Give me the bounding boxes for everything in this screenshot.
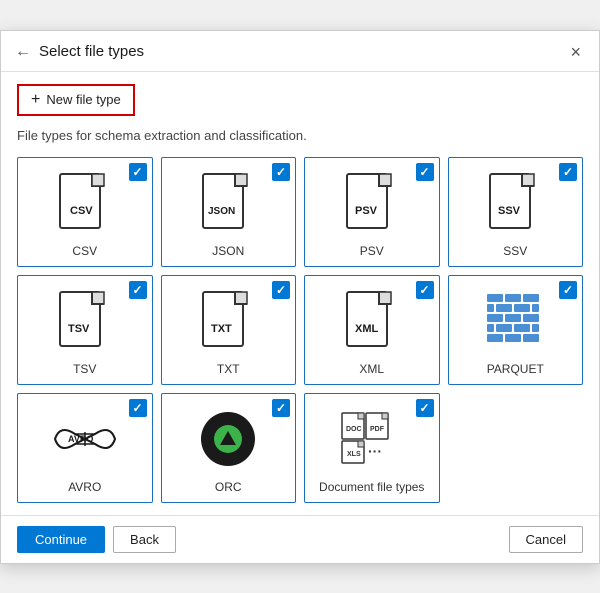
parquet-icon-area	[455, 286, 577, 356]
orc-circle	[201, 412, 255, 466]
file-type-card-psv[interactable]: PSV PSV	[304, 157, 440, 267]
file-type-grid: CSV CSV JSON JSON	[17, 157, 583, 503]
plus-icon: +	[31, 91, 40, 109]
json-icon-area: JSON	[168, 168, 290, 238]
ssv-icon-area: SSV	[455, 168, 577, 238]
dialog-title: Select file types	[39, 43, 566, 60]
svg-text:CSV: CSV	[70, 205, 93, 217]
subtitle-text: File types for schema extraction and cla…	[17, 128, 583, 143]
parquet-label: PARQUET	[487, 362, 544, 376]
continue-button[interactable]: Continue	[17, 526, 105, 553]
txt-icon-area: TXT	[168, 286, 290, 356]
new-file-type-button[interactable]: + New file type	[17, 84, 135, 116]
csv-file-icon: CSV	[58, 172, 112, 234]
file-type-card-csv[interactable]: CSV CSV	[17, 157, 153, 267]
check-icon-txt	[272, 281, 290, 299]
svg-text:XLS: XLS	[347, 451, 361, 458]
document-icon-area: DOC PDF XLS ···	[311, 404, 433, 474]
check-icon-json	[272, 163, 290, 181]
psv-file-icon: PSV	[345, 172, 399, 234]
orc-inner-circle	[214, 425, 242, 453]
check-icon-psv	[416, 163, 434, 181]
json-label: JSON	[212, 244, 244, 258]
txt-file-icon: TXT	[201, 290, 255, 352]
dialog-footer: Continue Back Cancel	[1, 515, 599, 563]
tsv-file-icon: TSV	[58, 290, 112, 352]
file-type-card-avro[interactable]: AVRO AVRO	[17, 393, 153, 503]
close-button[interactable]: ×	[566, 41, 585, 63]
psv-label: PSV	[360, 244, 384, 258]
check-icon-avro	[129, 399, 147, 417]
svg-text:TSV: TSV	[68, 323, 90, 335]
file-type-card-tsv[interactable]: TSV TSV	[17, 275, 153, 385]
svg-text:···: ···	[368, 443, 382, 459]
check-icon-tsv	[129, 281, 147, 299]
file-type-card-orc[interactable]: ORC	[161, 393, 297, 503]
psv-icon-area: PSV	[311, 168, 433, 238]
check-icon-xml	[416, 281, 434, 299]
tsv-label: TSV	[73, 362, 96, 376]
file-type-card-json[interactable]: JSON JSON	[161, 157, 297, 267]
json-file-icon: JSON	[201, 172, 255, 234]
xml-icon-area: XML	[311, 286, 433, 356]
file-type-card-parquet[interactable]: PARQUET	[448, 275, 584, 385]
avro-icon-area: AVRO	[24, 404, 146, 474]
orc-arrow-icon	[220, 431, 236, 445]
document-file-types-icon: DOC PDF XLS ···	[340, 411, 404, 467]
file-type-card-txt[interactable]: TXT TXT	[161, 275, 297, 385]
back-arrow-icon[interactable]: ←	[15, 43, 31, 61]
dialog-titlebar: ← Select file types ×	[1, 31, 599, 72]
csv-icon-area: CSV	[24, 168, 146, 238]
check-icon-parquet	[559, 281, 577, 299]
file-type-card-document[interactable]: DOC PDF XLS ··· Document file types	[304, 393, 440, 503]
check-icon-orc	[272, 399, 290, 417]
svg-text:PSV: PSV	[355, 205, 378, 217]
cancel-button[interactable]: Cancel	[509, 526, 583, 553]
check-icon-csv	[129, 163, 147, 181]
txt-label: TXT	[217, 362, 240, 376]
svg-text:SSV: SSV	[498, 205, 521, 217]
ssv-label: SSV	[503, 244, 527, 258]
ssv-file-icon: SSV	[488, 172, 542, 234]
document-label: Document file types	[319, 480, 424, 494]
xml-label: XML	[359, 362, 384, 376]
avro-label: AVRO	[68, 480, 101, 494]
new-file-type-label: New file type	[46, 92, 120, 107]
avro-icon: AVRO	[50, 414, 120, 464]
csv-label: CSV	[72, 244, 97, 258]
svg-text:TXT: TXT	[211, 323, 232, 335]
xml-file-icon: XML	[345, 290, 399, 352]
svg-text:JSON: JSON	[208, 206, 235, 217]
orc-icon-area	[168, 404, 290, 474]
svg-text:AVRO: AVRO	[68, 434, 93, 444]
select-file-types-dialog: ← Select file types × + New file type Fi…	[0, 30, 600, 564]
file-type-card-ssv[interactable]: SSV SSV	[448, 157, 584, 267]
svg-text:DOC: DOC	[346, 426, 362, 433]
check-icon-document	[416, 399, 434, 417]
svg-text:XML: XML	[355, 323, 379, 335]
check-icon-ssv	[559, 163, 577, 181]
back-button[interactable]: Back	[113, 526, 176, 553]
dialog-body: + New file type File types for schema ex…	[1, 72, 599, 515]
parquet-icon	[485, 292, 545, 350]
tsv-icon-area: TSV	[24, 286, 146, 356]
svg-text:PDF: PDF	[370, 426, 385, 433]
file-type-card-xml[interactable]: XML XML	[304, 275, 440, 385]
orc-label: ORC	[215, 480, 242, 494]
